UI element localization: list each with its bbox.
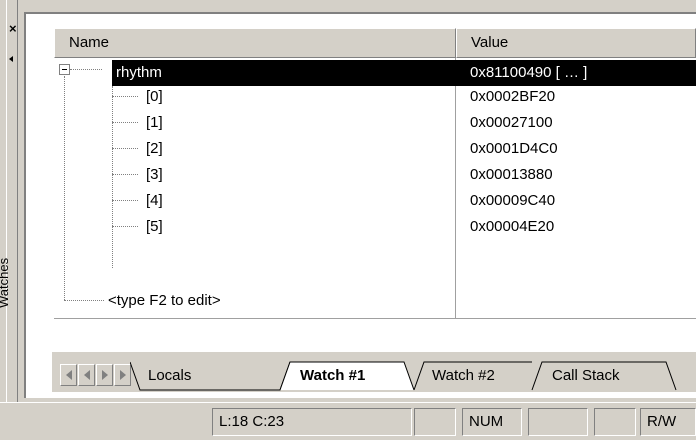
watch-row-name: [4]	[146, 192, 163, 209]
watch-edit-row[interactable]: <type F2 to edit>	[54, 288, 696, 314]
watch-row-rhythm[interactable]: rhythm 0x81100490 [ … ]	[54, 60, 696, 86]
grid-bottom-border	[54, 318, 696, 319]
watch-row-name: [2]	[146, 140, 163, 157]
watch-row-value: 0x00009C40	[470, 192, 556, 209]
collapse-arrow-icon[interactable]	[9, 56, 13, 62]
tab-watch-1[interactable]: Watch #1	[300, 362, 365, 390]
column-header-name[interactable]: Name	[54, 28, 456, 58]
tab-scroll-prev-button[interactable]	[78, 364, 95, 386]
watch-row-value: 0x00013880	[470, 166, 553, 183]
tab-watch-2[interactable]: Watch #2	[432, 362, 495, 390]
watch-row-child[interactable]: [0] 0x0002BF20	[54, 84, 696, 110]
status-empty-pane	[528, 408, 588, 436]
watch-row-value: 0x0001D4C0	[470, 140, 558, 157]
status-empty-pane	[594, 408, 636, 436]
status-empty-pane	[414, 408, 456, 436]
watch-row-name: [3]	[146, 166, 163, 183]
status-mode: R/W	[640, 408, 696, 436]
watch-row-value: 0x81100490 [ … ]	[470, 64, 588, 81]
tab-scroll-next-button[interactable]	[96, 364, 113, 386]
status-num-lock: NUM	[462, 408, 522, 436]
watch-row-name: [1]	[146, 114, 163, 131]
edit-placeholder: <type F2 to edit>	[108, 292, 221, 309]
tab-scroll-last-button[interactable]	[114, 364, 131, 386]
watch-row-child[interactable]: [5] 0x00004E20	[54, 214, 696, 240]
watch-row-value: 0x0002BF20	[470, 88, 556, 105]
watch-row-name: rhythm	[116, 64, 162, 81]
close-icon[interactable]: ×	[9, 22, 17, 35]
watch-row-child[interactable]: [1] 0x00027100	[54, 110, 696, 136]
tab-locals[interactable]: Locals	[148, 362, 191, 390]
watch-row-name: [0]	[146, 88, 163, 105]
status-cursor-position: L:18 C:23	[212, 408, 412, 436]
watch-row-value: 0x00004E20	[470, 218, 555, 235]
watch-row-child[interactable]: [2] 0x0001D4C0	[54, 136, 696, 162]
watch-row-child[interactable]: [4] 0x00009C40	[54, 188, 696, 214]
watch-row-name: [5]	[146, 218, 163, 235]
watch-row-value: 0x00027100	[470, 114, 553, 131]
watch-row-child[interactable]: [3] 0x00013880	[54, 162, 696, 188]
dock-title: Watches	[0, 257, 11, 308]
column-header-value[interactable]: Value	[456, 28, 696, 58]
tab-call-stack[interactable]: Call Stack	[552, 362, 620, 390]
tab-scroll-first-button[interactable]	[60, 364, 77, 386]
